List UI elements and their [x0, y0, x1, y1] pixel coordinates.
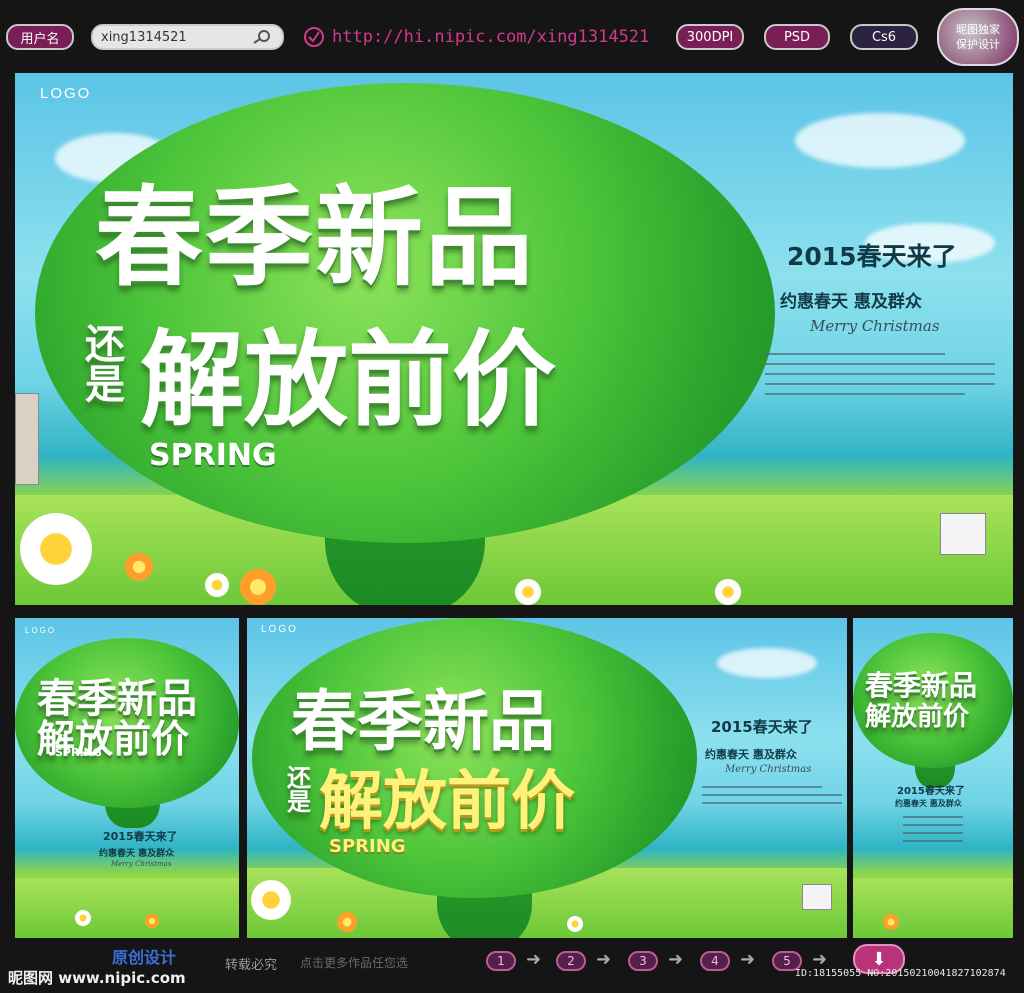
badge-line1: 昵图独家: [956, 23, 1000, 36]
check-circle-icon: [303, 26, 325, 52]
chevron-right-icon: ➜: [526, 949, 542, 970]
page-4-button[interactable]: 4: [700, 951, 730, 971]
page-1-button[interactable]: 1: [486, 951, 516, 971]
user-label: 用户名: [20, 31, 60, 47]
title-line1: 春季新品: [95, 176, 536, 301]
title-line2: 解放前价: [319, 765, 575, 839]
daisy: [20, 513, 92, 585]
year-text: 2015春天来了: [787, 242, 957, 271]
fine-print-line: [903, 816, 963, 818]
badge-line2: 保护设计: [956, 38, 1000, 51]
cloud: [795, 113, 965, 168]
dpi-badge: 300DPI: [676, 24, 744, 50]
fine-print-line: [903, 832, 963, 834]
fine-print-line: [903, 840, 963, 842]
year-text: 2015春天来了: [103, 830, 178, 843]
chevron-right-icon: ➜: [668, 949, 684, 970]
house: [15, 393, 39, 485]
chevron-right-icon: ➜: [812, 949, 828, 970]
house: [940, 513, 986, 555]
fine-print-line: [702, 794, 842, 796]
image-id-text: ID:18155055 NO:20150210041827102874: [795, 968, 1006, 979]
flower: [240, 569, 276, 605]
fine-print-line: [765, 373, 995, 375]
grass-field: [853, 878, 1013, 938]
username-value: xing1314521: [101, 29, 187, 45]
year-text: 2015春天来了: [897, 786, 965, 797]
slogan-text: 约惠春天 惠及群众: [780, 292, 922, 312]
version-label: Cs6: [871, 29, 897, 45]
logo: LOGO: [40, 85, 92, 102]
spring-label: SPRING: [55, 746, 102, 759]
site-watermark: 昵图网 www.nipic.com: [8, 969, 186, 987]
page-2-button[interactable]: 2: [556, 951, 586, 971]
version-badge: Cs6: [850, 24, 918, 50]
logo: LOGO: [25, 626, 57, 635]
slogan-text: 约惠春天 惠及群众: [895, 799, 962, 808]
download-arrow-icon: ⬇: [871, 948, 887, 970]
exclusive-badge: 昵图独家 保护设计: [937, 8, 1019, 66]
search-icon[interactable]: [252, 29, 272, 49]
title-prefix: 还是: [85, 322, 125, 408]
poster-preview-portrait[interactable]: LOGO 春季新品 解放前价 SPRING 2015春天来了 约惠春天 惠及群众…: [15, 618, 239, 938]
fine-print-line: [702, 802, 842, 804]
title-prefix: 还是: [287, 764, 311, 816]
flower: [337, 912, 357, 932]
flower: [567, 916, 583, 932]
grass-field: [15, 878, 239, 938]
flower: [515, 579, 541, 605]
reprint-label: 转载必究: [225, 958, 278, 973]
cloud: [717, 648, 817, 678]
flower: [75, 910, 91, 926]
username-field[interactable]: xing1314521: [91, 24, 284, 50]
format-badge: PSD: [764, 24, 830, 50]
title-line2: 解放前价: [140, 319, 557, 441]
slogan-text: 约惠春天 惠及群众: [99, 849, 175, 859]
fine-print-line: [765, 383, 995, 385]
title-line2: 解放前价: [865, 702, 970, 732]
poster-preview-tall[interactable]: 春季新品 解放前价 2015春天来了 约惠春天 惠及群众: [853, 618, 1013, 938]
logo: LOGO: [261, 624, 298, 635]
house: [802, 884, 832, 910]
chevron-right-icon: ➜: [596, 949, 612, 970]
daisy: [251, 880, 291, 920]
script-text: Merry Christmas: [111, 860, 172, 868]
page-3-button[interactable]: 3: [628, 951, 658, 971]
flower: [883, 914, 899, 930]
spring-label: SPRING: [329, 836, 406, 857]
flower: [715, 579, 741, 605]
flower: [145, 914, 159, 928]
year-text: 2015春天来了: [711, 718, 813, 736]
flower: [125, 553, 153, 581]
chevron-right-icon: ➜: [740, 949, 756, 970]
original-design-label: 原创设计: [112, 948, 177, 967]
fine-print-line: [765, 353, 945, 355]
flower: [205, 573, 229, 597]
fine-print-line: [903, 824, 963, 826]
main-poster: LOGO 春季新品 还是 解放前价 SPRING 2015春天来了 约惠春天 惠…: [15, 73, 1013, 605]
fine-print-line: [765, 363, 995, 365]
fine-print-line: [702, 786, 822, 788]
format-label: PSD: [783, 29, 811, 45]
script-text: Merry Christmas: [725, 764, 812, 775]
more-works-hint: 点击更多作品任您选: [300, 956, 409, 970]
spring-label: SPRING: [149, 438, 277, 473]
slogan-text: 约惠春天 惠及群众: [705, 748, 797, 761]
user-label-pill: 用户名: [6, 24, 74, 50]
fine-print-line: [765, 393, 965, 395]
dpi-label: 300DPI: [686, 29, 734, 45]
script-text: Merry Christmas: [810, 317, 940, 335]
profile-link[interactable]: http://hi.nipic.com/xing1314521: [332, 24, 649, 50]
poster-preview-landscape[interactable]: LOGO 春季新品 还是 解放前价 SPRING 2015春天来了 约惠春天 惠…: [247, 618, 847, 938]
